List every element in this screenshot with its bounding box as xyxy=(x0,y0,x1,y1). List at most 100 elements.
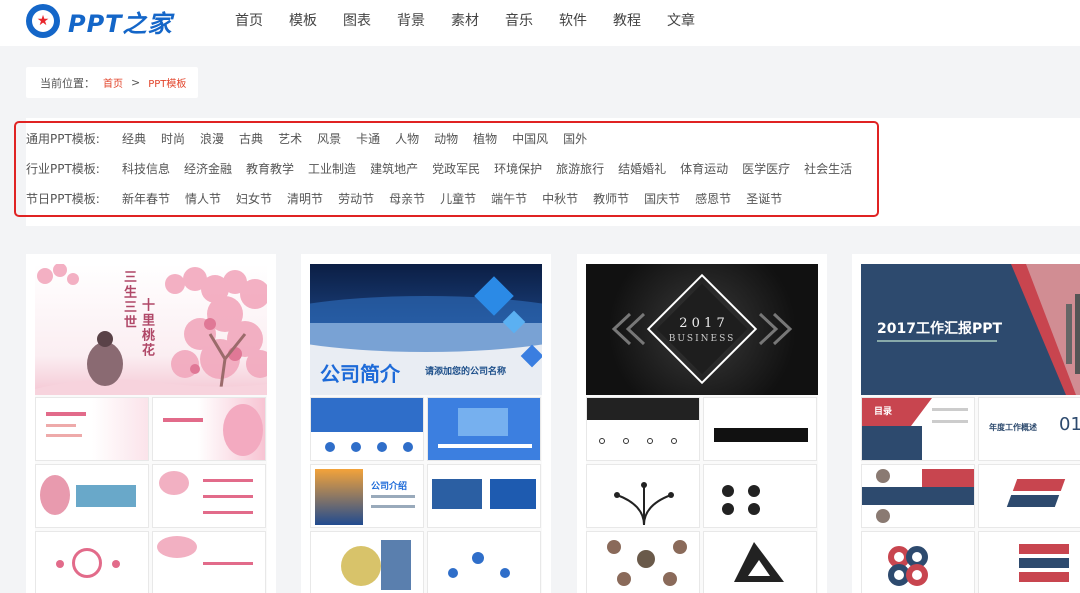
filter-tag[interactable]: 工业制造 xyxy=(308,160,356,177)
template-thumbnail[interactable]: 2017工作汇报PPT 目录 年度工作概述 01 xyxy=(861,264,1080,593)
slide-thumbnail-grid xyxy=(586,397,818,593)
nav-item-backgrounds[interactable]: 背景 xyxy=(397,10,425,30)
nav-item-software[interactable]: 软件 xyxy=(559,10,587,30)
filter-tag[interactable]: 体育运动 xyxy=(680,160,728,177)
nav-item-music[interactable]: 音乐 xyxy=(505,10,533,30)
filter-tag[interactable]: 党政军民 xyxy=(432,160,480,177)
breadcrumb: 当前位置： 首页 > PPT模板 xyxy=(26,67,198,98)
slide-thumb xyxy=(978,464,1080,528)
template-card[interactable]: 2 0 1 7 BUSINESS xyxy=(577,254,827,593)
filter-tag[interactable]: 古典 xyxy=(239,130,263,147)
filter-tag[interactable]: 经济金融 xyxy=(184,160,232,177)
filter-tag[interactable]: 动物 xyxy=(434,130,458,147)
filter-tag[interactable]: 中秋节 xyxy=(542,190,578,207)
slide-title-primary: 三生三世 xyxy=(121,270,136,330)
filter-tag[interactable]: 卡通 xyxy=(356,130,380,147)
slide-thumb: 年度工作概述 01 xyxy=(978,397,1080,461)
filter-tag[interactable]: 国庆节 xyxy=(644,190,680,207)
slide-preview: 2 0 1 7 BUSINESS xyxy=(586,264,818,395)
filter-tag[interactable]: 妇女节 xyxy=(236,190,272,207)
slide-thumb-title: 目录 xyxy=(874,407,893,417)
filter-row-label: 节日PPT模板: xyxy=(26,191,100,206)
top-header: ★ PPT之家 首页 模板 图表 背景 素材 音乐 软件 教程 文章 xyxy=(0,0,1080,46)
template-card[interactable]: 三生三世 十里桃花 xyxy=(26,254,276,593)
filter-tag[interactable]: 环境保护 xyxy=(494,160,542,177)
slide-thumb-title: 年度工作概述 xyxy=(989,423,1037,432)
filter-tag[interactable]: 端午节 xyxy=(491,190,527,207)
filter-tag[interactable]: 艺术 xyxy=(278,130,302,147)
filter-tag[interactable]: 时尚 xyxy=(161,130,185,147)
filter-tag[interactable]: 建筑地产 xyxy=(370,160,418,177)
template-card[interactable]: 公司简介 请添加您的公司名称 公司介绍 xyxy=(301,254,551,593)
nav-item-charts[interactable]: 图表 xyxy=(343,10,371,30)
slide-thumb xyxy=(978,531,1080,593)
breadcrumb-label: 当前位置： xyxy=(40,76,95,90)
filter-tag[interactable]: 清明节 xyxy=(287,190,323,207)
slide-thumb xyxy=(861,464,975,528)
filter-row-label: 行业PPT模板: xyxy=(26,161,100,176)
site-logo[interactable]: ★ PPT之家 xyxy=(26,3,173,39)
nav-item-tutorials[interactable]: 教程 xyxy=(613,10,641,30)
filter-tag[interactable]: 中国风 xyxy=(512,130,548,147)
filter-tag[interactable]: 教育教学 xyxy=(246,160,294,177)
slide-thumb xyxy=(35,397,149,461)
slide-thumb xyxy=(703,397,817,461)
slide-thumb-title: 公司介绍 xyxy=(371,482,408,492)
slide-thumb xyxy=(427,531,541,593)
filter-tag[interactable]: 浪漫 xyxy=(200,130,224,147)
slide-thumb: 目录 xyxy=(861,397,975,461)
breadcrumb-current[interactable]: PPT模板 xyxy=(148,75,186,90)
filter-tag[interactable]: 经典 xyxy=(122,130,146,147)
nav-item-templates[interactable]: 模板 xyxy=(289,10,317,30)
template-thumbnail[interactable]: 三生三世 十里桃花 xyxy=(35,264,267,593)
filter-tag[interactable]: 结婚婚礼 xyxy=(618,160,666,177)
filter-tag[interactable]: 人物 xyxy=(395,130,419,147)
slide-thumbnail-grid: 目录 年度工作概述 01 xyxy=(861,397,1080,593)
slide-title-secondary: 十里桃花 xyxy=(139,298,154,358)
slide-thumb xyxy=(427,464,541,528)
nav-item-materials[interactable]: 素材 xyxy=(451,10,479,30)
slide-thumb xyxy=(310,531,424,593)
filter-tag[interactable]: 医学医疗 xyxy=(742,160,790,177)
nav-item-articles[interactable]: 文章 xyxy=(667,10,695,30)
slide-thumb xyxy=(861,531,975,593)
tree-diagram xyxy=(614,482,674,526)
nav-item-home[interactable]: 首页 xyxy=(235,10,263,30)
slide-preview: 三生三世 十里桃花 xyxy=(35,264,267,395)
filter-tag[interactable]: 感恩节 xyxy=(695,190,731,207)
breadcrumb-home-link[interactable]: 首页 xyxy=(103,75,123,90)
filter-row-general: 通用PPT模板: 经典 时尚 浪漫 古典 艺术 风景 卡通 人物 动物 植物 中… xyxy=(26,128,587,148)
template-thumbnail[interactable]: 2 0 1 7 BUSINESS xyxy=(586,264,818,593)
template-thumbnail[interactable]: 公司简介 请添加您的公司名称 公司介绍 xyxy=(310,264,542,593)
slide-thumb-number: 01 xyxy=(1059,414,1080,435)
logo-text: PPT之家 xyxy=(68,9,173,38)
filter-tag[interactable]: 旅游旅行 xyxy=(556,160,604,177)
slide-thumb xyxy=(427,397,541,461)
logo-star-icon: ★ xyxy=(26,4,60,38)
filter-tag[interactable]: 国外 xyxy=(563,130,587,147)
filter-tag[interactable]: 风景 xyxy=(317,130,341,147)
filter-tag[interactable]: 情人节 xyxy=(185,190,221,207)
slide-thumb xyxy=(35,531,149,593)
filter-tag[interactable]: 植物 xyxy=(473,130,497,147)
slide-thumbnail-grid: 公司介绍 xyxy=(310,397,542,593)
main-nav: 首页 模板 图表 背景 素材 音乐 软件 教程 文章 xyxy=(222,0,708,40)
filter-tag[interactable]: 劳动节 xyxy=(338,190,374,207)
slide-title: 2017工作汇报PPT xyxy=(877,321,1003,337)
filter-tag[interactable]: 圣诞节 xyxy=(746,190,782,207)
filter-tag[interactable]: 教师节 xyxy=(593,190,629,207)
filter-tag[interactable]: 科技信息 xyxy=(122,160,170,177)
filter-tag[interactable]: 母亲节 xyxy=(389,190,425,207)
filter-row-label: 通用PPT模板: xyxy=(26,131,100,146)
filter-tag[interactable]: 新年春节 xyxy=(122,190,170,207)
triangle-diagram xyxy=(734,542,784,582)
slide-thumb xyxy=(586,531,700,593)
slide-thumb xyxy=(586,464,700,528)
filter-tag[interactable]: 儿童节 xyxy=(440,190,476,207)
filter-row-festival: 节日PPT模板: 新年春节 情人节 妇女节 清明节 劳动节 母亲节 儿童节 端午… xyxy=(26,188,782,208)
slide-thumbnail-grid xyxy=(35,397,267,593)
slide-thumb xyxy=(152,531,266,593)
template-card[interactable]: 2017工作汇报PPT 目录 年度工作概述 01 xyxy=(852,254,1080,593)
slide-thumb xyxy=(703,464,817,528)
filter-tag[interactable]: 社会生活 xyxy=(804,160,852,177)
